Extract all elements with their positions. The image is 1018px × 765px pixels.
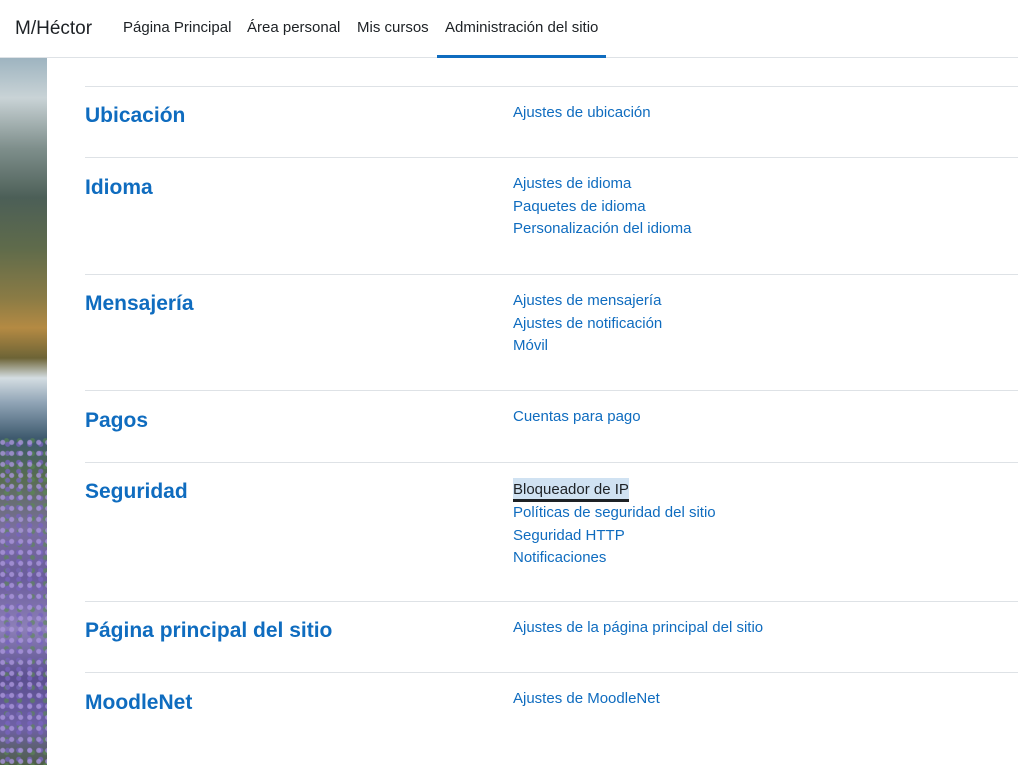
section-divider — [85, 601, 1018, 602]
site-brand[interactable]: M/Héctor — [15, 18, 92, 40]
link-ajustes-de-idioma[interactable]: Ajustes de idioma — [513, 173, 691, 196]
section-title-seguridad[interactable]: Seguridad — [85, 479, 188, 505]
link-ajustes-de-la-pagina-principal-del-sitio[interactable]: Ajustes de la página principal del sitio — [513, 617, 763, 640]
tab-area-personal[interactable]: Área personal — [239, 0, 348, 58]
section-links-pagos: Cuentas para pago — [513, 406, 641, 429]
link-ajustes-de-mensajeria[interactable]: Ajustes de mensajería — [513, 290, 662, 313]
section-links-mensajeria: Ajustes de mensajería Ajustes de notific… — [513, 290, 662, 358]
section-divider — [85, 157, 1018, 158]
section-links-idioma: Ajustes de idioma Paquetes de idioma Per… — [513, 173, 691, 241]
section-links-pagina-principal: Ajustes de la página principal del sitio — [513, 617, 763, 640]
section-divider — [85, 462, 1018, 463]
admin-settings-content: Ubicación Ajustes de ubicación Idioma Aj… — [85, 58, 1018, 765]
section-title-idioma[interactable]: Idioma — [85, 175, 153, 201]
section-title-moodlenet[interactable]: MoodleNet — [85, 690, 192, 716]
section-divider — [85, 390, 1018, 391]
link-cuentas-para-pago[interactable]: Cuentas para pago — [513, 406, 641, 429]
link-paquetes-de-idioma[interactable]: Paquetes de idioma — [513, 196, 691, 219]
link-ajustes-de-moodlenet[interactable]: Ajustes de MoodleNet — [513, 688, 660, 711]
link-movil[interactable]: Móvil — [513, 335, 662, 358]
link-personalizacion-del-idioma[interactable]: Personalización del idioma — [513, 218, 691, 241]
link-ajustes-de-notificacion[interactable]: Ajustes de notificación — [513, 313, 662, 336]
tab-pagina-principal[interactable]: Página Principal — [115, 0, 239, 58]
link-bloqueador-de-ip[interactable]: Bloqueador de IP — [513, 478, 629, 502]
link-politicas-de-seguridad-del-sitio[interactable]: Políticas de seguridad del sitio — [513, 502, 716, 525]
section-title-mensajeria[interactable]: Mensajería — [85, 291, 194, 317]
background-landscape-image — [0, 58, 47, 765]
section-title-ubicacion[interactable]: Ubicación — [85, 103, 185, 129]
link-notificaciones[interactable]: Notificaciones — [513, 547, 716, 570]
section-divider — [85, 672, 1018, 673]
section-divider — [85, 86, 1018, 87]
section-title-pagina-principal-del-sitio[interactable]: Página principal del sitio — [85, 618, 332, 644]
section-links-moodlenet: Ajustes de MoodleNet — [513, 688, 660, 711]
section-links-ubicacion: Ajustes de ubicación — [513, 102, 651, 125]
link-seguridad-http[interactable]: Seguridad HTTP — [513, 525, 716, 548]
top-navbar: M/Héctor Página Principal Área personal … — [0, 0, 1018, 58]
lupine-flowers-texture — [0, 438, 47, 765]
link-ajustes-de-ubicacion[interactable]: Ajustes de ubicación — [513, 102, 651, 125]
section-divider — [85, 274, 1018, 275]
tab-mis-cursos[interactable]: Mis cursos — [349, 0, 437, 58]
tab-administracion-del-sitio[interactable]: Administración del sitio — [437, 0, 606, 58]
section-title-pagos[interactable]: Pagos — [85, 408, 148, 434]
section-links-seguridad: Bloqueador de IP Políticas de seguridad … — [513, 478, 716, 570]
